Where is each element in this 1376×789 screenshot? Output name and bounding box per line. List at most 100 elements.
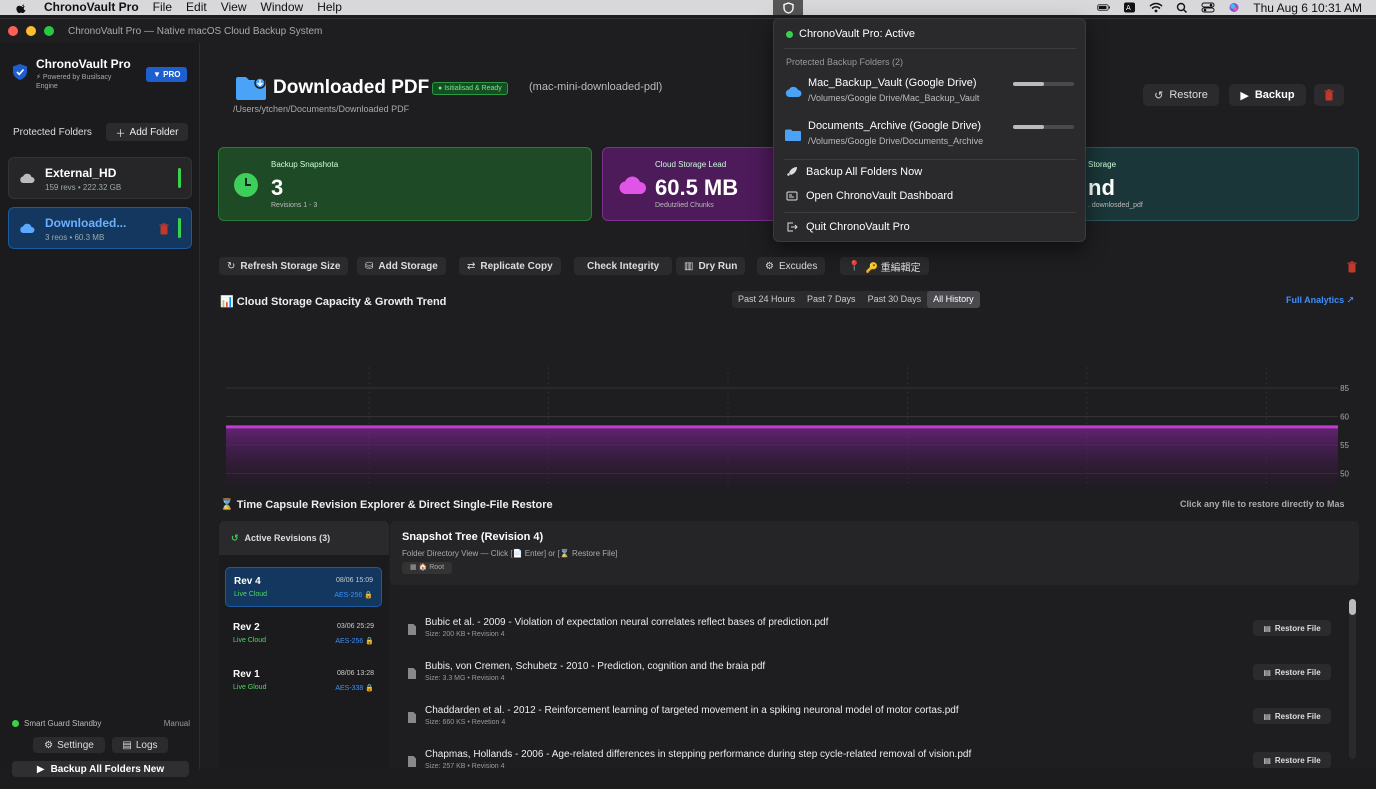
file-row[interactable]: Bubic et al. - 2009 - Violation of expec… <box>405 617 1335 657</box>
siri-icon[interactable] <box>1227 2 1241 13</box>
restore-file-label: Restore File <box>1274 667 1321 677</box>
check-integrity-label: Check Integrity <box>587 260 660 272</box>
stat-value: 60.5 MB <box>655 175 739 200</box>
series-area <box>226 426 1338 489</box>
add-storage-button[interactable]: ⛁ Add Storage <box>357 257 446 275</box>
restore-button[interactable]: ↺ Restore <box>1143 84 1219 106</box>
file-row[interactable]: Chaddarden et al. - 2012 - Reinforcement… <box>405 705 1335 745</box>
file-row[interactable]: Bubis, von Cremen, Schubetz - 2010 - Pre… <box>405 661 1335 701</box>
status-menu-dropdown: ChronoVault Pro: Active Protected Backup… <box>773 18 1086 242</box>
wifi-icon[interactable] <box>1149 2 1163 13</box>
backup-label: Backup <box>1254 89 1295 101</box>
menu-folder-name: Documents_Archive (Google Drive) <box>808 120 982 132</box>
revision-item[interactable]: Rev 4 08/06 15:09 Live Cloud AES-256 🔒 <box>225 567 382 607</box>
revision-item[interactable]: Rev 2 03/06 25:29 Live Cloud AES-256 🔒 <box>225 614 382 654</box>
cloud-icon <box>619 176 646 194</box>
title-bar: ChronoVault Pro — Native macOS Cloud Bac… <box>0 19 1376 43</box>
range-7d[interactable]: Past 7 Days <box>801 291 862 308</box>
restore-file-button[interactable]: ▤ Restore File <box>1253 752 1331 768</box>
progress-fill <box>1013 125 1044 129</box>
refresh-storage-button[interactable]: ↻ Refresh Storage Size <box>219 257 349 275</box>
control-center-icon[interactable] <box>1201 2 1215 13</box>
breadcrumb-root[interactable]: ▦ 🏠 Root <box>402 562 453 574</box>
trash-icon[interactable] <box>159 223 169 235</box>
range-30d[interactable]: Past 30 Days <box>862 291 928 308</box>
input-source-icon[interactable]: A <box>1123 2 1137 13</box>
stat-label: Storage <box>1088 160 1117 169</box>
document-icon: ▤ <box>1263 667 1271 677</box>
history-icon: ↺ <box>231 532 239 543</box>
revision-status: Live Cloud <box>234 591 268 598</box>
revision-item[interactable]: Rev 1 08/06 13:28 Live Gloud AES-338 🔒 <box>225 661 382 701</box>
menu-folder-item[interactable]: Documents_Archive (Google Drive) /Volume… <box>784 120 1078 156</box>
backup-all-label: Backup All Folders New <box>50 763 165 775</box>
folder-card-downloaded-pdf[interactable]: Downloaded... 3 reos • 60.3 MB <box>8 207 192 249</box>
restore-file-button[interactable]: ▤ Restore File <box>1253 620 1331 636</box>
folder-name: Downloaded... <box>45 216 127 230</box>
chart-series <box>226 425 1338 489</box>
add-folder-button[interactable]: ＋ Add Folder <box>106 123 188 141</box>
close-button[interactable] <box>8 26 18 36</box>
menu-open-dashboard[interactable]: Open ChronoVault Dashboard <box>786 190 953 202</box>
folder-meta: 159 revs • 222.32 GB <box>45 183 122 192</box>
file-name: Chaddarden et al. - 2012 - Reinforcement… <box>425 705 959 716</box>
gear-icon: ⚙ <box>765 260 774 272</box>
menu-view[interactable]: View <box>221 0 247 15</box>
excludes-button[interactable]: ⚙ Excudes <box>757 257 826 275</box>
window-controls <box>8 26 54 36</box>
backup-button[interactable]: ▶ Backup <box>1229 84 1306 106</box>
menu-extra-chronovault[interactable] <box>773 0 803 15</box>
file-row[interactable]: Chapmas, Hollands - 2006 - Age-related d… <box>405 749 1335 789</box>
chart-section-title: 📊 Cloud Storage Capacity & Growth Trend <box>220 295 446 308</box>
menu-clock[interactable]: Thu Aug 6 10:31 AM <box>1253 1 1362 15</box>
settings-button[interactable]: ⚙ Settinge <box>33 737 105 753</box>
scrollbar-thumb[interactable] <box>1349 599 1356 615</box>
menu-quit[interactable]: Quit ChronoVault Pro <box>786 221 910 233</box>
snapshot-tree-title: Snapshot Tree (Revision 4) <box>402 531 544 543</box>
snapshot-tree-subtitle: Folder Directory View — Click [📄 Enter] … <box>402 549 618 558</box>
check-integrity-button[interactable]: Check Integrity <box>574 257 673 275</box>
cloud-icon <box>20 173 35 183</box>
full-analytics-link[interactable]: Full Analytics ↗ <box>1286 295 1354 306</box>
document-icon: ▤ <box>1263 623 1271 633</box>
active-revisions-header: ↺ Active Revisions (3) <box>219 521 389 555</box>
document-icon: ▤ <box>122 739 132 751</box>
pin-settings-button[interactable]: 📍 🔑 重編輯定 <box>840 257 929 275</box>
menu-window[interactable]: Window <box>261 0 304 15</box>
stat-value: nd <box>1088 175 1115 200</box>
menu-edit[interactable]: Edit <box>186 0 207 15</box>
minimize-button[interactable] <box>26 26 36 36</box>
menu-backup-all[interactable]: Backup All Folders Now <box>786 166 922 178</box>
apple-icon[interactable] <box>16 2 28 14</box>
menu-app-name[interactable]: ChronoVault Pro <box>44 0 139 15</box>
file-list-scrollbar[interactable] <box>1349 599 1356 759</box>
restore-file-button[interactable]: ▤ Restore File <box>1253 708 1331 724</box>
range-all[interactable]: All History <box>927 291 980 308</box>
battery-icon[interactable] <box>1097 2 1111 13</box>
replicate-copy-label: Replicate Copy <box>480 260 553 272</box>
menu-bar: ChronoVault Pro File Edit View Window He… <box>0 0 1376 15</box>
trash-icon[interactable] <box>1347 261 1357 273</box>
logs-button[interactable]: ▤ Logs <box>112 737 168 753</box>
stat-card-cloud-storage: Cloud Storage Lead 60.5 MB Dedutzlied Ch… <box>602 147 782 221</box>
plus-icon: ＋ <box>115 128 126 140</box>
delete-button[interactable] <box>1314 84 1344 106</box>
folder-meta: 3 reos • 60.3 MB <box>45 233 105 242</box>
sidebar-backup-all-button[interactable]: ▶ Backup All Folders New <box>12 761 189 777</box>
revision-time: 08/06 15:09 <box>336 577 373 584</box>
trash-icon <box>1324 89 1334 101</box>
menu-file[interactable]: File <box>153 0 172 15</box>
file-meta: Size: 200 KB • Revision 4 <box>425 631 505 638</box>
range-24h[interactable]: Past 24 Hours <box>732 291 801 308</box>
menu-help[interactable]: Help <box>317 0 342 15</box>
grid-icon: ▦ <box>410 564 419 571</box>
dry-run-button[interactable]: ▥ Dry Run <box>676 257 746 275</box>
replicate-copy-button[interactable]: ⇄ Replicate Copy <box>459 257 561 275</box>
revision-time: 03/06 25:29 <box>337 623 374 630</box>
mode-label[interactable]: Manual <box>164 719 190 728</box>
zoom-button[interactable] <box>44 26 54 36</box>
search-icon[interactable] <box>1175 2 1189 13</box>
menu-folder-item[interactable]: Mac_Backup_Vault (Google Drive) /Volumes… <box>784 77 1078 113</box>
restore-file-button[interactable]: ▤ Restore File <box>1253 664 1331 680</box>
folder-card-external-hd[interactable]: External_HD 159 revs • 222.32 GB <box>8 157 192 199</box>
